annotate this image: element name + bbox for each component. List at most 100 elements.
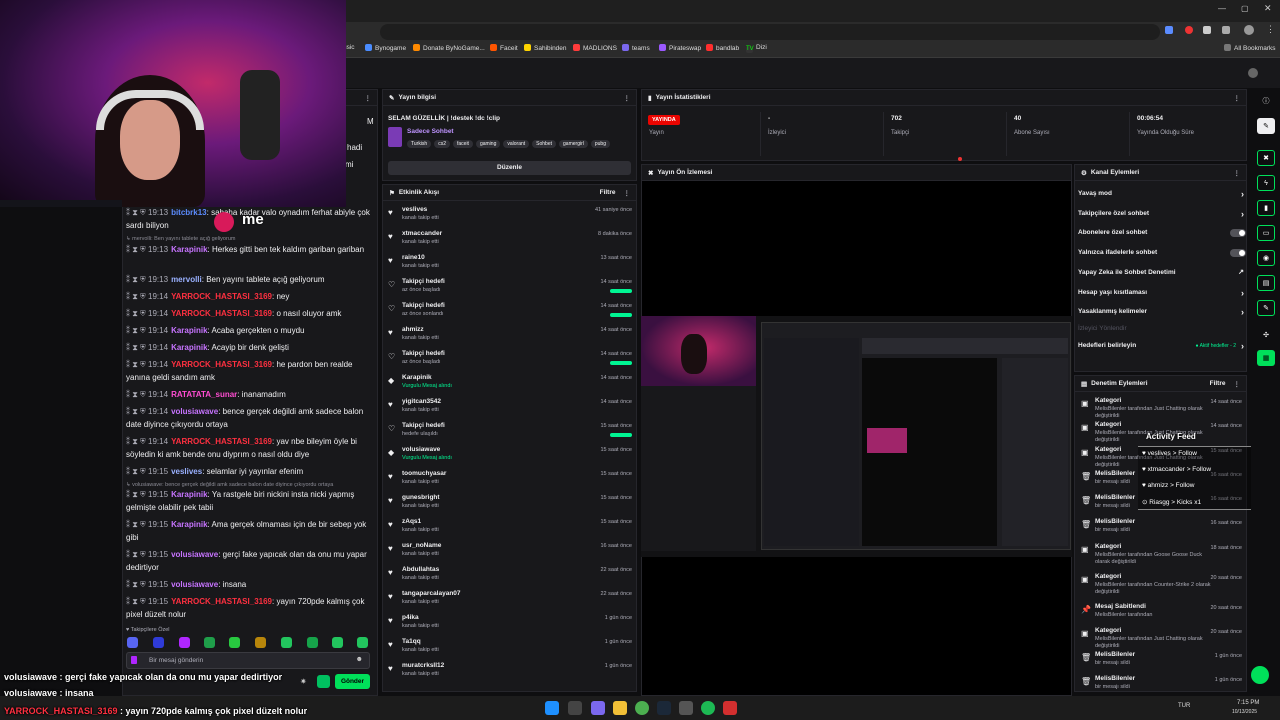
activity-event[interactable]: ♥ p4ika kanalı takip etti 1 gün önce: [386, 613, 632, 637]
bookmark-item[interactable]: Pirateswap: [659, 44, 701, 52]
mod-tool-icon[interactable]: ✖: [1257, 150, 1275, 166]
channel-action-row[interactable]: Takipçilere özel sohbet ›: [1078, 209, 1246, 219]
mod-action-item[interactable]: ▣ Kategori MelisBilenler tarafından Counte…: [1078, 573, 1244, 599]
mod-action-item[interactable]: 🗑 MelisBilenler bir mesajı sildi 16 saat ön…: [1078, 518, 1244, 544]
activity-event[interactable]: ◆ Karapinik Vurgulu Mesaj alındı 14 saat ön…: [386, 373, 632, 397]
extension-icon[interactable]: [1203, 26, 1211, 34]
start-icon[interactable]: [545, 701, 559, 715]
kebab-icon[interactable]: ⋮: [1234, 169, 1241, 177]
extensions-icon[interactable]: ✣: [1257, 327, 1275, 343]
radio-icon[interactable]: ◉: [1257, 250, 1275, 266]
chat-input[interactable]: Bir mesaj gönderin ☻: [126, 652, 370, 669]
activity-event[interactable]: ♡ Takipçi hedefi az önce başladı 14 saat ön…: [386, 277, 632, 301]
filter-button[interactable]: Filtre: [600, 189, 616, 196]
activity-event[interactable]: ♥ yigitcan3542 kanalı takip etti 14 saat ön…: [386, 397, 632, 421]
app-icon[interactable]: [723, 701, 737, 715]
emote-icon[interactable]: [281, 637, 292, 648]
activity-event[interactable]: ♥ ahmizz kanalı takip etti 14 saat önce: [386, 325, 632, 349]
bookmark-item[interactable]: TV Dizi: [746, 44, 767, 53]
bookmark-item[interactable]: Bynogame: [365, 44, 406, 52]
activity-event[interactable]: ♥ usr_noName kanalı takip etti 16 saat önce: [386, 541, 632, 565]
extension-icon[interactable]: [1165, 26, 1173, 34]
tag[interactable]: pubg: [590, 140, 610, 148]
activity-event[interactable]: ♡ Takipçi hedefi hedefe ulaşıldı 15 saat ön…: [386, 421, 632, 445]
activity-event[interactable]: ♥ xtmaccander kanalı takip etti 8 dakika ön…: [386, 229, 632, 253]
mod-action-item[interactable]: ▣ Kategori MelisBilenler tarafından Goose …: [1078, 543, 1244, 569]
stream-category[interactable]: Sadece Sohbet: [407, 128, 454, 135]
activity-event[interactable]: ♥ Ta1qq kanalı takip etti 1 gün önce: [386, 637, 632, 661]
kebab-icon[interactable]: ⋮: [624, 189, 631, 197]
edit-button[interactable]: Düzenle: [388, 161, 631, 175]
profile-avatar[interactable]: [1244, 25, 1254, 35]
bookmark-item[interactable]: bandlab: [706, 44, 739, 52]
folder-icon[interactable]: [613, 701, 627, 715]
bookmark-item[interactable]: Donate ByNoGame...: [413, 44, 485, 52]
app-icon[interactable]: [591, 701, 605, 715]
clock-date[interactable]: 10/13/2025: [1232, 709, 1257, 715]
activity-event[interactable]: ♥ zAqs1 kanalı takip etti 15 saat önce: [386, 517, 632, 541]
tag[interactable]: faceit: [453, 140, 473, 148]
emote-icon[interactable]: [153, 637, 164, 648]
monitor-icon[interactable]: ▤: [1257, 275, 1275, 291]
lightning-icon[interactable]: ϟ: [1257, 175, 1275, 191]
kebab-icon[interactable]: ⋮: [1234, 380, 1241, 388]
chat-icon[interactable]: ▭: [1257, 225, 1275, 241]
tag[interactable]: valorant: [503, 140, 530, 148]
emote-icon[interactable]: [255, 637, 266, 648]
all-bookmarks[interactable]: All Bookmarks: [1224, 44, 1276, 52]
send-button[interactable]: Gönder: [335, 674, 370, 689]
channel-action-row[interactable]: Yavaş mod ›: [1078, 189, 1246, 199]
tag[interactable]: cs2: [434, 140, 450, 148]
user-avatar[interactable]: [1248, 68, 1258, 78]
activity-event[interactable]: ♥ muratcrksll12 kanalı takip etti 1 gün önc…: [386, 661, 632, 685]
channel-action-row[interactable]: Hesap yaşı kısıtlaması ›: [1078, 288, 1246, 298]
info-icon[interactable]: ⓘ: [1257, 93, 1275, 109]
spotify-icon[interactable]: [701, 701, 715, 715]
toggle-switch[interactable]: [1230, 249, 1246, 257]
mod-action-item[interactable]: ▣ Kategori MelisBilenler tarafından Just C…: [1078, 627, 1244, 653]
app-icon[interactable]: [679, 701, 693, 715]
bookmark-item[interactable]: teams: [622, 44, 650, 52]
activity-event[interactable]: ♡ Takipçi hedefi az önce başladı 14 saat ön…: [386, 349, 632, 373]
bookmark-item[interactable]: Faceit: [490, 44, 518, 52]
bits-icon[interactable]: [317, 675, 330, 688]
clock-time[interactable]: 7:15 PM: [1237, 700, 1259, 706]
mod-action-item[interactable]: 📌 Mesaj Sabitlendi MelisBilenler tarafında…: [1078, 603, 1244, 629]
maximize-icon[interactable]: ▢: [1241, 4, 1249, 13]
app-icon[interactable]: ▦: [1257, 350, 1275, 366]
kebab-icon[interactable]: ⋮: [365, 94, 372, 102]
emote-icon[interactable]: [357, 637, 368, 648]
minimize-icon[interactable]: —: [1218, 4, 1226, 13]
extensions-puzzle-icon[interactable]: [1222, 26, 1230, 34]
help-fab-button[interactable]: [1251, 666, 1269, 684]
emote-icon[interactable]: [229, 637, 240, 648]
channel-action-row[interactable]: Yapay Zeka ile Sohbet Denetimi ↗: [1078, 269, 1246, 276]
mod-action-item[interactable]: 🗑 MelisBilenler bir mesajı sildi 1 gün önce: [1078, 651, 1244, 677]
stream-video[interactable]: [641, 316, 1072, 557]
mod-action-item[interactable]: ▣ Kategori MelisBilenler tarafından Just C…: [1078, 397, 1244, 423]
bookmark-item[interactable]: MADLIONS: [573, 44, 617, 52]
emote-icon[interactable]: [332, 637, 343, 648]
channel-action-row[interactable]: Hedefleri belirleyin ● Aktif hedefler - 2…: [1078, 341, 1246, 351]
menu-kebab-icon[interactable]: ⋮: [1266, 24, 1275, 35]
activity-event[interactable]: ♥ tangaparcalayan07 kanalı takip etti 22 sa…: [386, 589, 632, 613]
activity-event[interactable]: ◆ volusiawave Vurgulu Mesaj alındı 15 saat …: [386, 445, 632, 469]
activity-event[interactable]: ♥ gunesbright kanalı takip etti 15 saat önc…: [386, 493, 632, 517]
wrench-icon[interactable]: ✎: [1257, 300, 1275, 316]
tag[interactable]: gaming: [475, 140, 501, 148]
activity-event[interactable]: ♥ Abdullahtas kanalı takip etti 22 saat önc…: [386, 565, 632, 589]
channel-action-row[interactable]: Abonelere özel sohbet: [1078, 229, 1246, 237]
emote-icon[interactable]: [127, 637, 138, 648]
close-icon[interactable]: ✕: [1264, 3, 1272, 14]
activity-event[interactable]: ♥ toomuchyasar kanalı takip etti 15 saat ön…: [386, 469, 632, 493]
channel-action-row[interactable]: Yasaklanmış kelimeler ›: [1078, 307, 1246, 317]
tag[interactable]: Sohbet: [532, 140, 557, 148]
shield-icon[interactable]: ▮: [1257, 200, 1275, 216]
address-bar[interactable]: [380, 24, 1160, 40]
kebab-icon[interactable]: ⋮: [624, 94, 631, 102]
language-indicator[interactable]: TUR: [1178, 703, 1190, 709]
extension-icon[interactable]: [1185, 26, 1193, 34]
steam-icon[interactable]: [657, 701, 671, 715]
tag[interactable]: gamergirl: [559, 140, 588, 148]
channel-action-row[interactable]: Yalnızca ifadelerle sohbet: [1078, 249, 1246, 257]
